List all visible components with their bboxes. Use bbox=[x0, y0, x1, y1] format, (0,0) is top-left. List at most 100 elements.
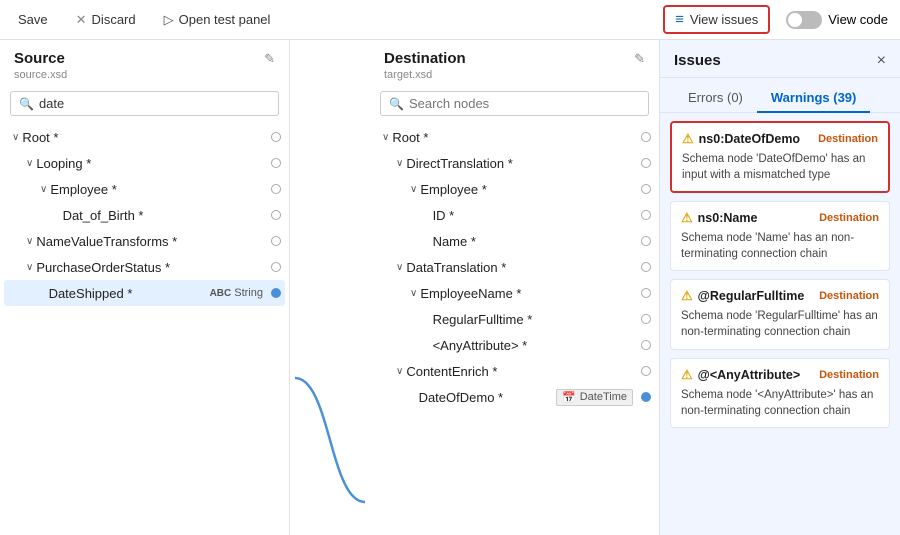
source-search-box[interactable]: 🔍 bbox=[10, 91, 279, 116]
toolbar: Save ✕ Discard ▷ Open test panel ≡ View … bbox=[0, 0, 900, 40]
source-tree-item-dat-of-birth[interactable]: Dat_of_Birth * bbox=[4, 202, 285, 228]
item-label: Employee * bbox=[420, 182, 641, 197]
issue-header-dateofdemo: ⚠ ns0:DateOfDemo Destination bbox=[682, 131, 878, 147]
dest-tree-item-dateofdemo[interactable]: DateOfDemo * 📅 DateTime bbox=[374, 384, 655, 410]
view-issues-button[interactable]: ≡ View issues bbox=[663, 5, 770, 34]
connection-dot[interactable] bbox=[271, 184, 281, 194]
chevron-icon bbox=[424, 210, 430, 221]
dest-tree-item-employeename[interactable]: ∨ EmployeeName * bbox=[374, 280, 655, 306]
issues-panel: Issues × Errors (0) Warnings (39) ⚠ ns0:… bbox=[660, 40, 900, 535]
issues-tabs: Errors (0) Warnings (39) bbox=[660, 78, 900, 113]
chevron-icon: ∨ bbox=[26, 158, 33, 169]
item-label: ID * bbox=[433, 208, 641, 223]
connection-dot[interactable] bbox=[641, 314, 651, 324]
destination-badge: Destination bbox=[818, 133, 878, 145]
connection-dot[interactable] bbox=[641, 236, 651, 246]
item-label: Looping * bbox=[36, 156, 271, 171]
issue-name-dateofdemo: ⚠ ns0:DateOfDemo bbox=[682, 131, 800, 147]
tab-warnings[interactable]: Warnings (39) bbox=[757, 84, 870, 113]
chevron-icon bbox=[54, 210, 60, 221]
dest-tree-item-name[interactable]: Name * bbox=[374, 228, 655, 254]
source-tree-item-root[interactable]: ∨ Root * bbox=[4, 124, 285, 150]
issue-card-dateofdemo: ⚠ ns0:DateOfDemo Destination Schema node… bbox=[670, 121, 890, 193]
connection-dot[interactable] bbox=[271, 210, 281, 220]
connection-dot[interactable] bbox=[271, 262, 281, 272]
source-tree-item-employee[interactable]: ∨ Employee * bbox=[4, 176, 285, 202]
view-code-toggle[interactable]: View code bbox=[786, 11, 888, 29]
errors-tab-label: Errors (0) bbox=[688, 90, 743, 105]
destination-tree: ∨ Root * ∨ DirectTranslation * ∨ Employe… bbox=[370, 124, 659, 535]
chevron-icon: ∨ bbox=[40, 184, 47, 195]
issue-name-label: ns0:Name bbox=[698, 211, 758, 225]
issues-close-button[interactable]: × bbox=[877, 53, 886, 69]
item-label: RegularFulltime * bbox=[433, 312, 641, 327]
chevron-icon bbox=[410, 392, 416, 403]
destination-badge: Destination bbox=[819, 212, 879, 224]
dest-title: Destination bbox=[384, 50, 466, 67]
discard-label: Discard bbox=[92, 12, 136, 27]
connection-dot[interactable] bbox=[271, 288, 281, 298]
main-area: Source ✎ source.xsd 🔍 ∨ Root * ∨ Looping… bbox=[0, 40, 900, 535]
save-button[interactable]: Save bbox=[12, 8, 54, 31]
connector-svg bbox=[290, 40, 370, 535]
dest-search-box[interactable]: 🔍 bbox=[380, 91, 649, 116]
datetime-type-badge: 📅 DateTime bbox=[556, 389, 633, 406]
item-label: DateShipped * bbox=[49, 286, 210, 301]
source-tree-item-purchaseorder[interactable]: ∨ PurchaseOrderStatus * bbox=[4, 254, 285, 280]
type-label: DateTime bbox=[580, 391, 627, 403]
dest-search-input[interactable] bbox=[409, 96, 640, 111]
open-test-panel-label: Open test panel bbox=[179, 12, 271, 27]
connection-dot[interactable] bbox=[271, 158, 281, 168]
connection-dot[interactable] bbox=[641, 366, 651, 376]
item-label: DirectTranslation * bbox=[406, 156, 641, 171]
dest-tree-item-anyattribute[interactable]: <AnyAttribute> * bbox=[374, 332, 655, 358]
dest-tree-item-datatranslation[interactable]: ∨ DataTranslation * bbox=[374, 254, 655, 280]
issue-name-anyattribute: ⚠ @<AnyAttribute> bbox=[681, 367, 800, 383]
dest-tree-item-employee[interactable]: ∨ Employee * bbox=[374, 176, 655, 202]
connection-dot[interactable] bbox=[641, 210, 651, 220]
dest-tree-item-regularfulltime[interactable]: RegularFulltime * bbox=[374, 306, 655, 332]
chevron-icon: ∨ bbox=[26, 262, 33, 273]
destination-badge: Destination bbox=[819, 369, 879, 381]
chevron-icon: ∨ bbox=[396, 366, 403, 377]
chevron-icon: ∨ bbox=[26, 236, 33, 247]
connection-dot[interactable] bbox=[641, 392, 651, 402]
issue-card-name: ⚠ ns0:Name Destination Schema node 'Name… bbox=[670, 201, 890, 271]
dest-search-icon: 🔍 bbox=[389, 97, 404, 111]
dest-tree-item-contentenrich[interactable]: ∨ ContentEnrich * bbox=[374, 358, 655, 384]
source-edit-icon[interactable]: ✎ bbox=[264, 51, 275, 67]
item-label: <AnyAttribute> * bbox=[433, 338, 641, 353]
connector-area bbox=[290, 40, 370, 535]
open-test-panel-button[interactable]: ▷ Open test panel bbox=[158, 8, 277, 32]
connection-dot[interactable] bbox=[641, 340, 651, 350]
dest-tree-item-id[interactable]: ID * bbox=[374, 202, 655, 228]
dest-tree-item-root[interactable]: ∨ Root * bbox=[374, 124, 655, 150]
issue-name-regularfulltime: ⚠ @RegularFulltime bbox=[681, 288, 804, 304]
connection-dot[interactable] bbox=[641, 158, 651, 168]
source-tree-item-looping[interactable]: ∨ Looping * bbox=[4, 150, 285, 176]
source-search-input[interactable] bbox=[39, 96, 270, 111]
connection-dot[interactable] bbox=[641, 288, 651, 298]
connection-dot[interactable] bbox=[271, 236, 281, 246]
connection-dot[interactable] bbox=[641, 184, 651, 194]
chevron-icon bbox=[424, 340, 430, 351]
chevron-icon: ∨ bbox=[410, 184, 417, 195]
dest-tree-item-directtranslation[interactable]: ∨ DirectTranslation * bbox=[374, 150, 655, 176]
source-tree-item-dateshipped[interactable]: DateShipped * ABC String bbox=[4, 280, 285, 306]
source-tree-item-namevalue[interactable]: ∨ NameValueTransforms * bbox=[4, 228, 285, 254]
connection-dot[interactable] bbox=[271, 132, 281, 142]
discard-button[interactable]: ✕ Discard bbox=[70, 8, 142, 32]
connection-dot[interactable] bbox=[641, 262, 651, 272]
warning-icon: ⚠ bbox=[682, 131, 694, 147]
source-tree: ∨ Root * ∨ Looping * ∨ Employee * bbox=[0, 124, 289, 535]
issue-desc-dateofdemo: Schema node 'DateOfDemo' has an input wi… bbox=[682, 151, 878, 183]
item-label: ContentEnrich * bbox=[406, 364, 641, 379]
connection-dot[interactable] bbox=[641, 132, 651, 142]
toggle-thumb bbox=[788, 13, 802, 27]
tab-errors[interactable]: Errors (0) bbox=[674, 84, 757, 113]
dest-edit-icon[interactable]: ✎ bbox=[634, 51, 645, 67]
item-label: Dat_of_Birth * bbox=[63, 208, 271, 223]
source-panel: Source ✎ source.xsd 🔍 ∨ Root * ∨ Looping… bbox=[0, 40, 290, 535]
chevron-icon bbox=[424, 314, 430, 325]
destination-badge: Destination bbox=[819, 290, 879, 302]
